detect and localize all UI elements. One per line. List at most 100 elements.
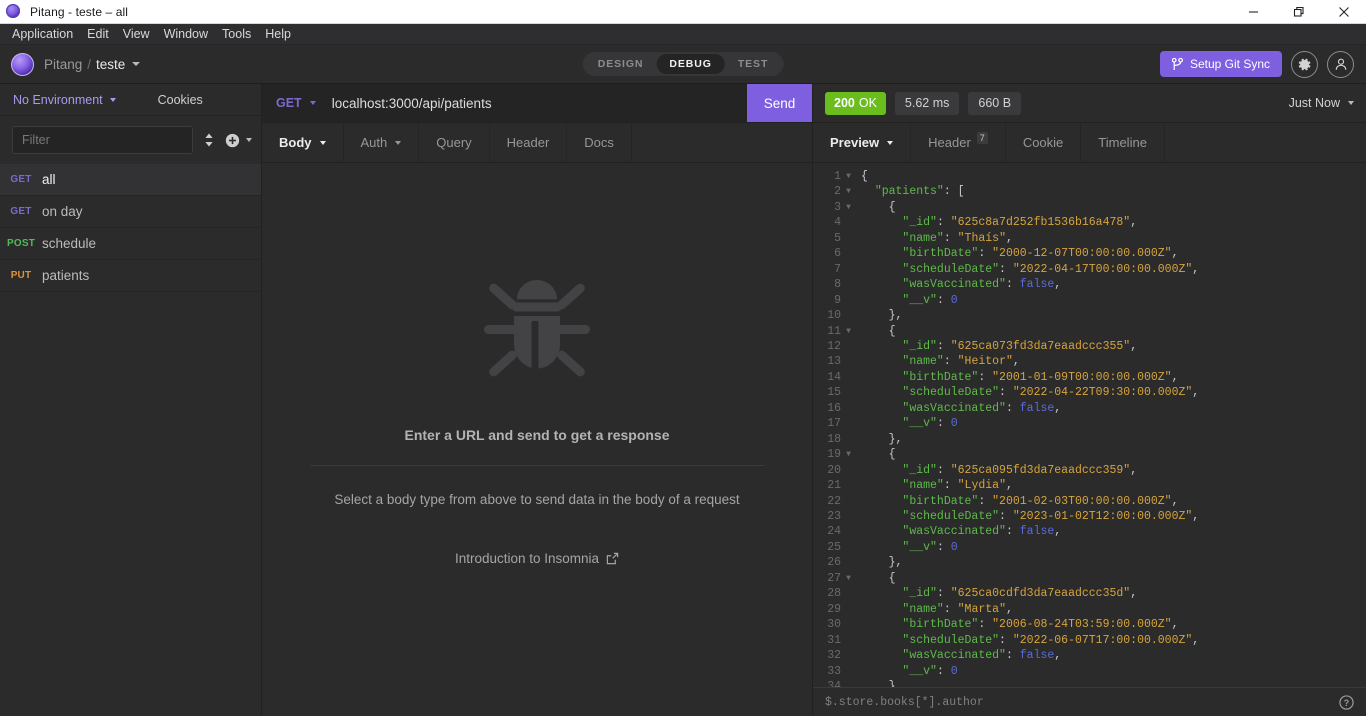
tab-header[interactable]: Header xyxy=(490,123,568,162)
tab-preview[interactable]: Preview xyxy=(813,123,912,162)
close-button[interactable] xyxy=(1321,0,1366,24)
filter-input[interactable] xyxy=(12,126,193,154)
tab-auth[interactable]: Auth xyxy=(344,123,420,162)
tab-timeline[interactable]: Timeline xyxy=(1081,123,1165,162)
tab-label: Auth xyxy=(360,135,388,150)
menu-window[interactable]: Window xyxy=(157,24,215,45)
insomnia-logo-icon xyxy=(6,3,22,20)
tab-body[interactable]: Body xyxy=(262,123,344,162)
request-name: schedule xyxy=(42,236,97,251)
line-number: 22 xyxy=(827,494,841,508)
menu-help[interactable]: Help xyxy=(258,24,298,45)
json-code-block: 1 ▼{2 ▼ "patients": [3 ▼ {4 "_id": "625c8a7… xyxy=(813,163,1366,687)
tab-design[interactable]: DESIGN xyxy=(585,54,657,74)
code-line: 32 "wasVaccinated": false, xyxy=(813,648,1366,663)
header-count-badge: 7 xyxy=(976,131,988,144)
code-line: 29 "name": "Marta", xyxy=(813,602,1366,617)
line-number: 34 xyxy=(827,679,841,687)
request-item-all[interactable]: GET all xyxy=(0,164,261,196)
code-line: 11 ▼ { xyxy=(813,324,1366,339)
line-number: 32 xyxy=(827,649,841,663)
chevron-down-icon[interactable] xyxy=(132,62,141,66)
tab-cookie[interactable]: Cookie xyxy=(1006,123,1082,162)
url-input[interactable] xyxy=(327,84,747,122)
code-line: 33 "__v": 0 xyxy=(813,664,1366,679)
menu-tools[interactable]: Tools xyxy=(215,24,258,45)
response-time-badge[interactable]: 5.62 ms xyxy=(894,91,960,115)
menu-edit[interactable]: Edit xyxy=(80,24,116,45)
method-selector[interactable]: GET xyxy=(262,84,328,122)
breadcrumb-project[interactable]: teste xyxy=(96,57,125,72)
tab-test[interactable]: TEST xyxy=(725,54,781,74)
setup-git-sync-button[interactable]: Setup Git Sync xyxy=(1159,51,1282,77)
workspace-logo[interactable] xyxy=(0,52,44,76)
breadcrumb[interactable]: Pitang / teste xyxy=(44,57,141,72)
tab-label: Cookie xyxy=(1022,135,1064,150)
line-number: 25 xyxy=(827,540,841,554)
line-number: 16 xyxy=(827,401,841,415)
introduction-link-label: Introduction to Insomnia xyxy=(454,551,600,566)
code-text: "name": "Lydia", xyxy=(902,479,1013,493)
response-timestamp: Just Now xyxy=(1288,96,1340,110)
response-body-viewer[interactable]: 1 ▼{2 ▼ "patients": [3 ▼ {4 "_id": "625c8a7… xyxy=(813,163,1366,687)
tab-query[interactable]: Query xyxy=(419,123,490,162)
code-text: "__v": 0 xyxy=(902,664,958,678)
fold-arrow-icon[interactable]: ▼ xyxy=(843,447,854,462)
tab-docs[interactable]: Docs xyxy=(567,123,632,162)
add-request-button[interactable] xyxy=(225,133,252,148)
minimize-button[interactable] xyxy=(1231,0,1276,24)
bug-icon xyxy=(484,276,590,393)
code-line: 20 "_id": "625ca095fd3da7eaadccc359", xyxy=(813,463,1366,478)
environment-selector[interactable]: No Environment xyxy=(0,93,116,107)
settings-button[interactable] xyxy=(1291,50,1318,78)
code-text: "__v": 0 xyxy=(902,293,958,307)
restore-button[interactable] xyxy=(1276,0,1321,24)
fold-arrow-icon[interactable]: ▼ xyxy=(843,200,854,215)
code-line: 1 ▼ { xyxy=(813,169,1366,184)
code-text: "birthDate": "2006-08-24T03:59:00.000Z", xyxy=(902,618,1179,632)
line-number: 30 xyxy=(827,618,841,632)
tab-debug[interactable]: DEBUG xyxy=(656,54,725,74)
breadcrumb-workspace[interactable]: Pitang xyxy=(44,57,82,72)
code-line: 31 "scheduleDate": "2022-06-07T17:00:00.… xyxy=(813,633,1366,648)
account-button[interactable] xyxy=(1327,50,1354,78)
request-name: all xyxy=(42,172,56,187)
response-size-badge[interactable]: 660 B xyxy=(968,91,1022,115)
send-button[interactable]: Send xyxy=(747,84,812,122)
sort-button[interactable] xyxy=(203,132,215,148)
menu-view[interactable]: View xyxy=(116,24,157,45)
request-item-on-day[interactable]: GET on day xyxy=(0,196,261,228)
menu-application[interactable]: Application xyxy=(5,24,80,45)
fold-arrow-icon[interactable]: ▼ xyxy=(843,169,854,184)
tab-response-header[interactable]: Header 7 xyxy=(911,123,1006,162)
code-line: 30 "birthDate": "2006-08-24T03:59:00.000… xyxy=(813,617,1366,632)
code-line: 17 "__v": 0 xyxy=(813,416,1366,431)
request-method: GET xyxy=(10,206,32,217)
cookies-button[interactable]: Cookies xyxy=(158,93,203,107)
request-method: POST xyxy=(6,238,36,249)
response-history-selector[interactable]: Just Now xyxy=(1289,96,1354,110)
fold-arrow-icon[interactable]: ▼ xyxy=(843,324,854,339)
request-item-schedule[interactable]: POST schedule xyxy=(0,228,261,260)
status-badge[interactable]: 200 OK xyxy=(825,91,886,115)
request-name: on day xyxy=(42,204,83,219)
help-button[interactable]: ? xyxy=(1339,694,1354,710)
line-number: 15 xyxy=(827,386,841,400)
request-item-patients[interactable]: PUT patients xyxy=(0,260,261,292)
code-line: 21 "name": "Lydia", xyxy=(813,478,1366,493)
fold-arrow-icon[interactable]: ▼ xyxy=(843,184,854,199)
introduction-link[interactable]: Introduction to Insomnia xyxy=(455,551,619,566)
fold-arrow-icon[interactable]: ▼ xyxy=(843,571,854,586)
jsonpath-filter-input[interactable] xyxy=(825,695,1339,709)
line-number: 2 xyxy=(834,185,841,199)
